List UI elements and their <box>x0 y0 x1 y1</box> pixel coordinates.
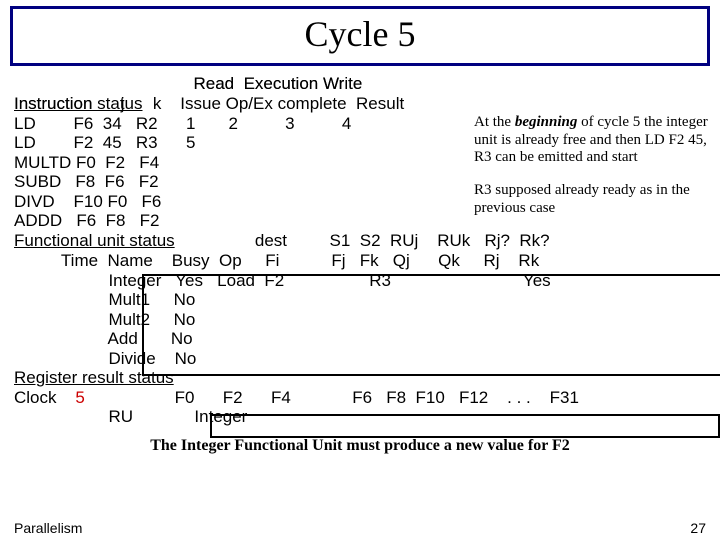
reg-header-post: F0 F2 F4 F6 F8 F10 F12 . . . F31 <box>85 388 579 407</box>
reg-header-pre: Clock <box>14 388 75 407</box>
fu-status-box <box>142 274 720 376</box>
annotation-r3-ready: R3 supposed already ready as in the prev… <box>474 182 720 217</box>
annotation-begin-cycle5: At the beginning of cycle 5 the integer … <box>474 114 720 167</box>
note1-b: beginning <box>515 114 578 130</box>
fu-header1: dest S1 S2 RUj RUk Rj? Rk? <box>14 231 706 251</box>
fu-header2: Time Name Busy Op Fi Fj Fk Qj Qk Rj Rk <box>14 251 706 271</box>
slide-content: Read Execution Write Instruction status … <box>14 74 706 455</box>
footer: Parallelism 27 <box>14 520 706 536</box>
reg-header: Clock 5 F0 F2 F4 F6 F8 F10 F12 . . . F31 <box>14 388 706 408</box>
slide-title: Cycle 5 <box>305 14 416 54</box>
bottom-caption: The Integer Functional Unit must produce… <box>14 437 706 455</box>
clock-value: 5 <box>75 388 84 407</box>
title-bar: Cycle 5 <box>10 6 710 66</box>
note1-a: At the <box>474 114 515 130</box>
footer-left: Parallelism <box>14 520 82 536</box>
instr-header: Instruction j k Issue Op/Ex complete Res… <box>14 94 706 114</box>
reg-status-box <box>210 414 720 438</box>
page-number: 27 <box>690 520 706 536</box>
hdr-read-exec-write-overlay: Read Execution Write <box>14 74 362 94</box>
